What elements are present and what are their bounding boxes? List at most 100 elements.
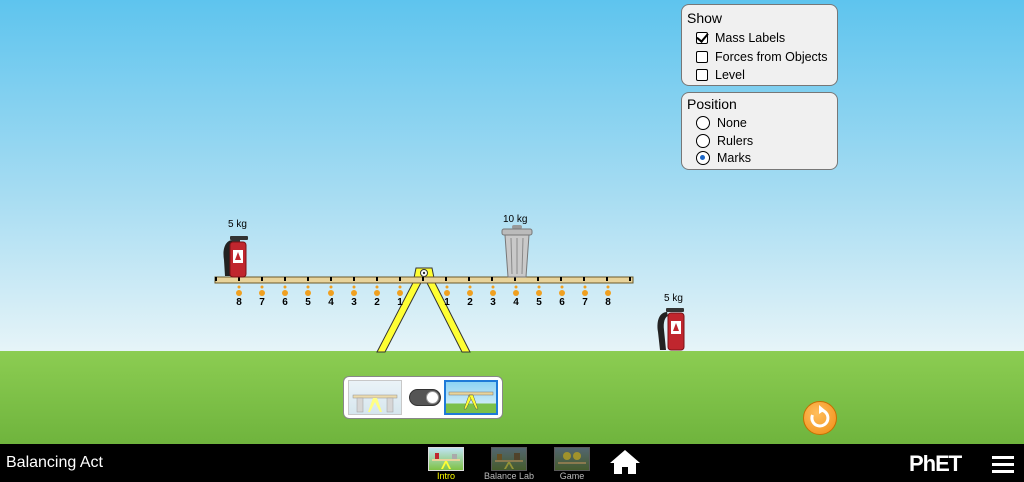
position-mark-dot <box>259 290 265 296</box>
plank-tick <box>514 277 516 281</box>
mark-label-right-2: 2 <box>467 297 473 308</box>
position-mark-dot <box>514 285 518 289</box>
position-mark-dot <box>559 290 565 296</box>
position-mark-dot <box>491 285 495 289</box>
position-mark-dot <box>582 290 588 296</box>
plank-tick <box>399 277 401 281</box>
mark-label-right-1: 1 <box>444 297 450 308</box>
home-icon <box>610 450 640 474</box>
trash-can[interactable] <box>501 225 533 278</box>
position-mark-dot <box>305 290 311 296</box>
plank-tick <box>468 277 470 281</box>
tab-intro-label: Intro <box>436 471 455 481</box>
plank-tick <box>606 277 608 281</box>
position-mark-dot <box>306 285 310 289</box>
position-mark-dot <box>236 290 242 296</box>
position-mark-dot <box>375 285 379 289</box>
mark-label-right-5: 5 <box>536 297 542 308</box>
intro-screen-icon <box>432 453 460 469</box>
position-mark-dot <box>467 290 473 296</box>
toggle-knob <box>426 391 439 404</box>
mark-label-right-8: 8 <box>605 297 611 308</box>
position-mark-dot <box>537 285 541 289</box>
plank-tick <box>422 277 424 281</box>
fire-extinguisher-ground[interactable] <box>657 308 685 351</box>
plank-tick <box>560 277 562 281</box>
plank-tick <box>261 277 263 281</box>
plank-tick <box>629 277 631 281</box>
tab-intro[interactable] <box>428 447 464 471</box>
plank-tick <box>445 277 447 281</box>
position-mark-dot <box>351 290 357 296</box>
plank-tick <box>583 277 585 281</box>
position-mark-dot <box>329 285 333 289</box>
tab-game[interactable] <box>554 447 590 471</box>
mark-label-left-3: 3 <box>351 297 357 308</box>
plank-tick <box>284 277 286 281</box>
position-mark-dot <box>282 290 288 296</box>
position-mark-dot <box>352 285 356 289</box>
position-mark-dot <box>328 290 334 296</box>
mass-label-ground-extinguisher: 5 kg <box>664 293 683 304</box>
position-mark-dot <box>605 290 611 296</box>
mark-label-right-7: 7 <box>582 297 588 308</box>
position-mark-dot <box>237 285 241 289</box>
menu-bar-line <box>992 456 1014 459</box>
reset-icon <box>810 405 830 428</box>
position-mark-dots <box>236 285 611 296</box>
mass-label-left-extinguisher: 5 kg <box>228 219 247 230</box>
mark-label-left-8: 8 <box>236 297 242 308</box>
hamburger-menu-button[interactable] <box>992 456 1014 474</box>
position-mark-dot <box>445 285 449 289</box>
supports-on-button[interactable] <box>348 380 402 415</box>
support-toggle-switch[interactable] <box>409 389 441 406</box>
position-mark-dot <box>374 290 380 296</box>
plank-tick <box>491 277 493 281</box>
mark-label-right-4: 4 <box>513 297 519 308</box>
mark-label-right-3: 3 <box>490 297 496 308</box>
menu-bar-line <box>992 470 1014 473</box>
position-mark-dot <box>490 290 496 296</box>
position-mark-dot <box>583 285 587 289</box>
balance-lab-screen-icon <box>495 453 523 469</box>
plank-tick <box>330 277 332 281</box>
plank-tick <box>376 277 378 281</box>
game-screen-icon <box>558 452 586 464</box>
position-mark-dot <box>468 285 472 289</box>
position-mark-dot <box>260 285 264 289</box>
tab-balance-lab[interactable] <box>491 447 527 471</box>
position-mark-dot <box>513 290 519 296</box>
phet-logo[interactable]: PhET <box>909 451 962 477</box>
support-toggle-panel <box>343 376 503 419</box>
position-mark-dot <box>560 285 564 289</box>
position-mark-dot <box>283 285 287 289</box>
reset-all-button[interactable] <box>803 401 837 435</box>
supports-off-button[interactable] <box>444 380 498 415</box>
tab-game-label: Game <box>559 471 585 481</box>
mark-label-right-6: 6 <box>559 297 565 308</box>
tab-balance-lab-label: Balance Lab <box>483 471 535 481</box>
plank-tick <box>353 277 355 281</box>
menu-bar-line <box>992 463 1014 466</box>
mark-label-left-1: 1 <box>397 297 403 308</box>
mark-label-left-2: 2 <box>374 297 380 308</box>
mark-label-left-5: 5 <box>305 297 311 308</box>
supports-on-icon <box>352 394 398 413</box>
plank-tick <box>238 277 240 281</box>
fire-extinguisher-left[interactable] <box>223 236 248 278</box>
app-title: Balancing Act <box>6 454 103 471</box>
mark-label-left-4: 4 <box>328 297 334 308</box>
position-mark-dot <box>397 290 403 296</box>
mass-label-trash-can: 10 kg <box>503 214 528 225</box>
mark-label-left-7: 7 <box>259 297 265 308</box>
plank-tick <box>215 277 217 281</box>
position-mark-dot <box>398 285 402 289</box>
supports-off-icon <box>448 391 494 410</box>
mark-label-left-6: 6 <box>282 297 288 308</box>
plank-tick <box>537 277 539 281</box>
position-mark-dot <box>536 290 542 296</box>
plank-tick <box>307 277 309 281</box>
position-mark-dot <box>444 290 450 296</box>
position-mark-dot <box>606 285 610 289</box>
home-button[interactable] <box>608 448 642 476</box>
